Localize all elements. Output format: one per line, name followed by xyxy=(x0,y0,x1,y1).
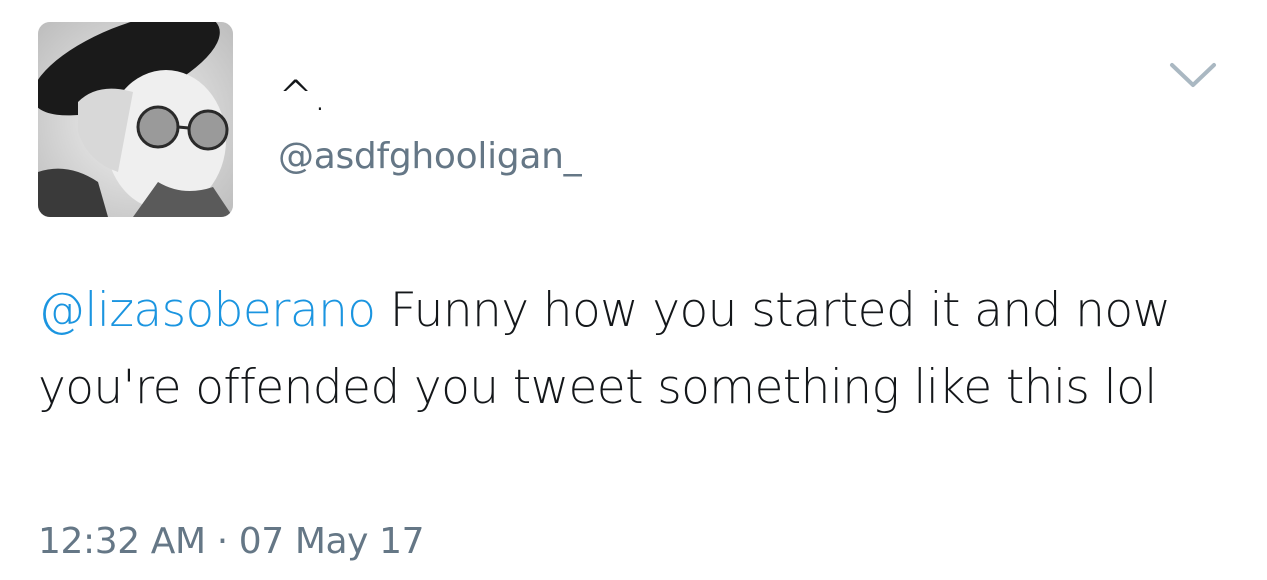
display-name[interactable]: ^. xyxy=(278,72,327,120)
profile-photo xyxy=(38,22,233,217)
timestamp[interactable]: 12:32 AM · 07 May 17 xyxy=(38,520,425,564)
avatar[interactable] xyxy=(38,22,233,217)
user-handle[interactable]: @asdfghooligan_ xyxy=(278,135,582,179)
tweet-text: @lizasoberano Funny how you started it a… xyxy=(38,272,1238,426)
mention-link[interactable]: @lizasoberano xyxy=(38,283,376,338)
chevron-down-icon[interactable] xyxy=(1168,55,1218,95)
